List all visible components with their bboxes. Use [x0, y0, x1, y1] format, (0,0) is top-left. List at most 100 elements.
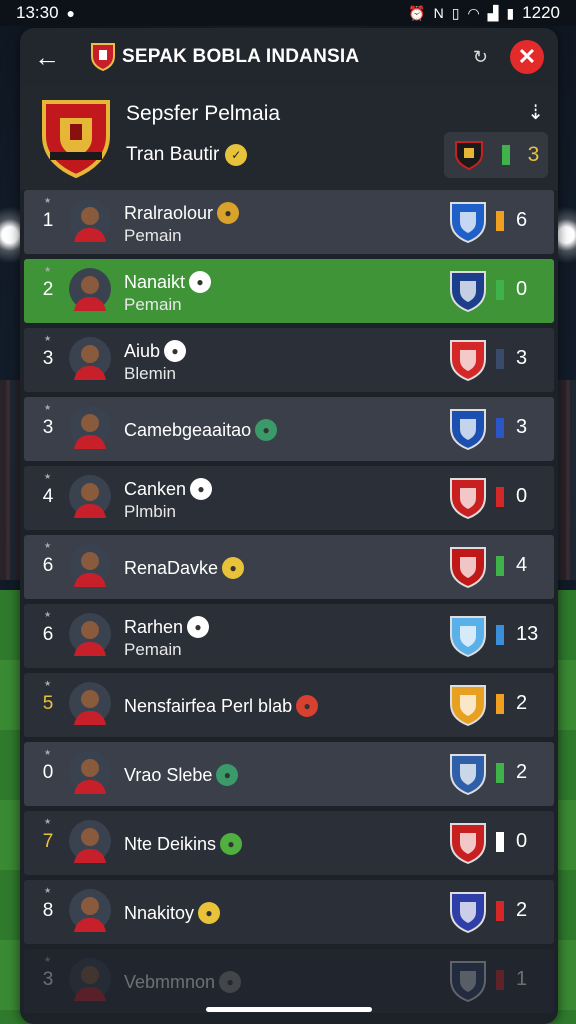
- player-badge-icon: ●: [220, 833, 243, 855]
- club-crest-icon: [450, 892, 486, 934]
- player-score: 0: [516, 830, 528, 852]
- player-rank: 3: [42, 348, 54, 369]
- player-name: Canken: [124, 478, 187, 499]
- player-avatar: [69, 682, 111, 725]
- player-badge-icon: ●: [187, 616, 210, 638]
- player-badge-icon: ●: [189, 271, 212, 293]
- team-score: 3: [527, 143, 540, 166]
- star-icon: ★: [44, 748, 52, 757]
- score-indicator-bar: [496, 487, 504, 507]
- club-crest-icon: [450, 616, 486, 658]
- player-avatar: [69, 268, 111, 311]
- player-row[interactable]: ★ 6 RenaDavke ● 4: [24, 535, 554, 599]
- status-bar: 13:30 ● ⏰ N ▯ ◠ ▟ ▮ 1220: [0, 0, 576, 26]
- player-row[interactable]: ★ 3 Aiub ● Blemin 3: [24, 328, 554, 392]
- player-name: Rralraolour: [124, 202, 214, 223]
- player-badge-icon: ●: [190, 478, 213, 500]
- sort-icon[interactable]: ⇣: [527, 100, 544, 125]
- team-score-bar: [502, 145, 511, 165]
- club-crest-icon: [450, 961, 486, 1003]
- player-rank: 8: [42, 900, 54, 921]
- club-crest-icon: [450, 409, 486, 451]
- player-score: 2: [516, 899, 528, 921]
- signal-icon: ▟: [487, 4, 499, 21]
- close-icon: ✕: [517, 44, 537, 69]
- player-name: Nte Deikins: [124, 833, 217, 854]
- refresh-icon[interactable]: ↻: [473, 47, 488, 68]
- player-badge-icon: ●: [296, 695, 319, 717]
- wifi-icon: ◠: [467, 4, 480, 21]
- score-indicator-bar: [496, 418, 504, 438]
- player-rank: 2: [42, 279, 54, 300]
- player-badge-icon: ●: [255, 419, 278, 441]
- player-row[interactable]: ★ 4 Canken ● Plmbin 0: [24, 466, 554, 530]
- player-row[interactable]: ★ 8 Nnakitoy ● 2: [24, 880, 554, 944]
- club-crest-icon: [450, 478, 486, 520]
- star-icon: ★: [44, 403, 52, 412]
- player-name-line: Camebgeaaitao ●: [124, 419, 278, 441]
- team-summary-card[interactable]: Sepsfer Pelmaia Tran Bautir ✓ ⇣ 3: [20, 86, 558, 190]
- player-score: 13: [516, 623, 539, 645]
- player-rank: 6: [42, 555, 54, 576]
- team-club-icon: [454, 141, 483, 171]
- leaderboard-panel: ← SEPAK BOBLA INDANSIA ↻ ✕ Sepsfer Pelma…: [20, 28, 558, 1024]
- player-score: 2: [516, 761, 528, 783]
- player-name-line: Nensfairfea Perl blab ●: [124, 695, 319, 717]
- score-indicator-bar: [496, 556, 504, 576]
- player-name: Nensfairfea Perl blab: [124, 695, 293, 716]
- team-score-box: 3: [444, 132, 548, 178]
- player-avatar: [69, 544, 111, 587]
- player-badge-icon: ●: [222, 557, 245, 579]
- player-score: 3: [516, 416, 528, 438]
- star-icon: ★: [44, 886, 52, 895]
- player-row[interactable]: ★ 2 Nanaikt ● Pemain 0: [24, 259, 554, 323]
- notification-icon: ●: [66, 5, 76, 21]
- player-row[interactable]: ★ 6 Rarhen ● Pemain 13: [24, 604, 554, 668]
- score-indicator-bar: [496, 349, 504, 369]
- player-badge-icon: ●: [217, 202, 240, 224]
- score-indicator-bar: [496, 625, 504, 645]
- player-row[interactable]: ★ 3 Vebmmnon ● 1: [24, 949, 554, 1013]
- player-name: RenaDavke: [124, 557, 219, 578]
- app-header: ← SEPAK BOBLA INDANSIA ↻ ✕: [20, 28, 558, 86]
- player-row[interactable]: ★ 0 Vrao Slebe ● 2: [24, 742, 554, 806]
- player-row[interactable]: ★ 1 Rralraolour ● Pemain 6: [24, 190, 554, 254]
- player-rank: 5: [42, 693, 54, 714]
- player-rank: 0: [42, 762, 54, 783]
- star-icon: ★: [44, 334, 52, 343]
- star-icon: ★: [44, 955, 52, 964]
- player-avatar: [69, 406, 111, 449]
- player-rank: 7: [42, 831, 54, 852]
- close-button[interactable]: ✕: [510, 40, 544, 74]
- home-indicator[interactable]: [206, 1007, 372, 1012]
- player-rank: 1: [42, 210, 54, 231]
- status-time: 13:30: [16, 3, 59, 22]
- player-name-line: Aiub ●: [124, 340, 187, 362]
- team-crest-icon: [42, 100, 110, 178]
- nfc-icon: N: [433, 5, 444, 21]
- player-row[interactable]: ★ 5 Nensfairfea Perl blab ● 2: [24, 673, 554, 737]
- player-name-line: Vrao Slebe ●: [124, 764, 239, 786]
- club-crest-icon: [450, 754, 486, 796]
- player-name: Vebmmnon: [124, 971, 216, 992]
- club-crest-icon: [450, 271, 486, 313]
- player-rank: 3: [42, 417, 54, 438]
- player-avatar: [69, 475, 111, 518]
- player-row[interactable]: ★ 7 Nte Deikins ● 0: [24, 811, 554, 875]
- player-avatar: [69, 337, 111, 380]
- back-arrow-icon[interactable]: ←: [34, 42, 64, 73]
- player-row[interactable]: ★ 3 Camebgeaaitao ● 3: [24, 397, 554, 461]
- player-name-line: Nte Deikins ●: [124, 833, 243, 855]
- star-icon: ★: [44, 679, 52, 688]
- app-title: SEPAK BOBLA INDANSIA: [122, 46, 360, 67]
- player-role: Plmbin: [124, 502, 176, 521]
- player-badge-icon: ●: [164, 340, 187, 362]
- team-sub-text: Tran Bautir: [126, 144, 220, 165]
- player-name: Nanaikt: [124, 271, 186, 292]
- player-name: Aiub: [124, 340, 161, 361]
- player-avatar: [69, 751, 111, 794]
- player-score: 2: [516, 692, 528, 714]
- player-name-line: RenaDavke ●: [124, 557, 245, 579]
- player-role: Pemain: [124, 640, 182, 659]
- player-score: 6: [516, 209, 528, 231]
